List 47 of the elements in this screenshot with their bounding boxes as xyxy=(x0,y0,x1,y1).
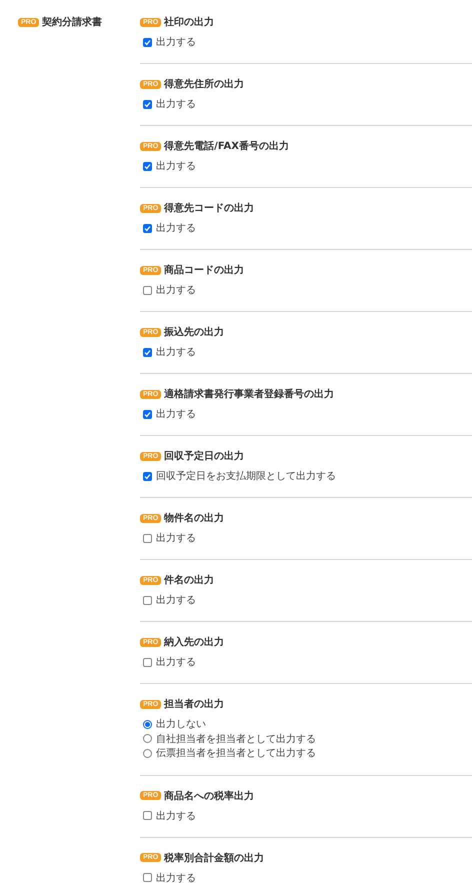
option-label: 出力する xyxy=(156,36,196,49)
radio-button[interactable] xyxy=(143,748,152,758)
option-label: 出力する xyxy=(156,656,196,669)
checkbox[interactable] xyxy=(143,100,152,108)
option-label: 出力しない xyxy=(156,718,206,732)
option-label: 出力する xyxy=(156,222,196,235)
checkbox[interactable] xyxy=(143,348,152,356)
option-label: 出力する xyxy=(156,810,196,822)
option-label: 出力する xyxy=(156,98,196,111)
setting-title: 適格請求書発行事業者登録番号の出力 xyxy=(164,387,334,401)
option-label: 出力する xyxy=(156,532,196,545)
setting-title: 担当者の出力 xyxy=(164,698,224,711)
option-label: 出力する xyxy=(156,594,196,607)
option-label: 出力する xyxy=(156,284,196,297)
option-label: 出力する xyxy=(156,408,196,421)
checkbox[interactable] xyxy=(143,596,152,604)
checkbox[interactable] xyxy=(143,873,152,882)
checkbox[interactable] xyxy=(143,658,152,666)
setting-title: 商品名への税率出力 xyxy=(164,789,254,802)
setting-title: 件名の出力 xyxy=(164,574,214,587)
checkbox[interactable] xyxy=(143,286,152,294)
checkbox[interactable] xyxy=(143,472,152,480)
setting-title: 得意先コードの出力 xyxy=(164,202,254,215)
setting-title: 商品コードの出力 xyxy=(164,263,244,277)
setting-title: 社印の出力 xyxy=(164,16,214,29)
checkbox[interactable] xyxy=(143,410,152,418)
option-label: 出力する xyxy=(156,872,196,883)
option-label: 出力する xyxy=(156,346,196,359)
radio-button[interactable] xyxy=(143,720,152,729)
setting-title: 得意先住所の出力 xyxy=(164,78,244,91)
setting-title: 振込先の出力 xyxy=(164,326,224,339)
setting-title: 物件名の出力 xyxy=(164,512,224,525)
option-label: 回収予定日をお支払期限として出力する xyxy=(156,470,336,483)
setting-title: 納入先の出力 xyxy=(164,636,224,649)
checkbox[interactable] xyxy=(143,38,152,46)
checkbox[interactable] xyxy=(143,534,152,542)
checkbox[interactable] xyxy=(143,224,152,232)
option-label: 自社担当者を担当者として出力する xyxy=(156,732,316,746)
category-label: 契約分請求書 xyxy=(42,16,102,29)
setting-title: 得意先電話/FAX番号の出力 xyxy=(164,140,289,153)
option-label: 出力する xyxy=(156,160,196,173)
checkbox[interactable] xyxy=(143,811,152,820)
checkbox[interactable] xyxy=(143,162,152,170)
option-label: 伝票担当者を担当者として出力する xyxy=(156,746,316,760)
setting-title: 税率別合計金額の出力 xyxy=(164,851,264,864)
radio-button[interactable] xyxy=(143,734,152,744)
setting-title: 回収予定日の出力 xyxy=(164,449,244,463)
